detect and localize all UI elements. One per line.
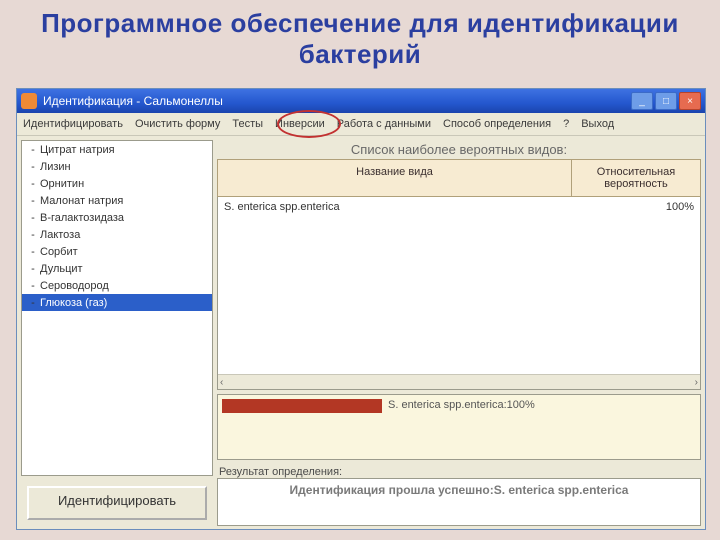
list-item[interactable]: -Цитрат натрия bbox=[22, 141, 212, 158]
scroll-right-icon[interactable]: › bbox=[695, 377, 698, 388]
result-label: Результат определения: bbox=[217, 466, 701, 478]
list-item[interactable]: -Лактоза bbox=[22, 226, 212, 243]
list-item[interactable]: -Сероводород bbox=[22, 277, 212, 294]
list-item[interactable]: -Лизин bbox=[22, 158, 212, 175]
list-item[interactable]: -В-галактозидаза bbox=[22, 209, 212, 226]
minimize-button[interactable]: _ bbox=[631, 92, 653, 110]
col-name: Название вида bbox=[218, 160, 572, 196]
menu-clear[interactable]: Очистить форму bbox=[135, 118, 220, 130]
list-item[interactable]: -Сорбит bbox=[22, 243, 212, 260]
scroll-left-icon[interactable]: ‹ bbox=[220, 377, 223, 388]
col-prob: Относительная вероятность bbox=[572, 160, 700, 196]
cell-prob: 100% bbox=[584, 201, 694, 213]
menu-mode[interactable]: Способ определения bbox=[443, 118, 551, 130]
table-row[interactable]: S. enterica spp.enterica 100% bbox=[218, 197, 700, 217]
list-item[interactable]: -Орнитин bbox=[22, 175, 212, 192]
menu-data[interactable]: Работа с данными bbox=[337, 118, 431, 130]
close-button[interactable]: × bbox=[679, 92, 701, 110]
slide-title: Программное обеспечение для идентификаци… bbox=[0, 0, 720, 74]
menu-help[interactable]: ? bbox=[563, 118, 569, 130]
results-heading: Список наиболее вероятных видов: bbox=[217, 138, 701, 159]
app-window: Идентификация - Сальмонеллы _ □ × Иденти… bbox=[16, 88, 706, 530]
legend-panel: S. enterica spp.enterica:100% bbox=[217, 394, 701, 460]
titlebar: Идентификация - Сальмонеллы _ □ × bbox=[17, 89, 705, 113]
menu-identify[interactable]: Идентифицировать bbox=[23, 118, 123, 130]
results-header: Название вида Относительная вероятность bbox=[217, 159, 701, 197]
maximize-button[interactable]: □ bbox=[655, 92, 677, 110]
right-column: Список наиболее вероятных видов: Названи… bbox=[217, 136, 705, 530]
menubar: Идентифицировать Очистить форму Тесты Ин… bbox=[17, 113, 705, 136]
menu-tests[interactable]: Тесты bbox=[232, 118, 263, 130]
results-table[interactable]: S. enterica spp.enterica 100% ‹ › bbox=[217, 197, 701, 390]
menu-inverse[interactable]: Инверсии bbox=[275, 118, 325, 130]
cell-name: S. enterica spp.enterica bbox=[224, 201, 584, 213]
left-column: -Цитрат натрия -Лизин -Орнитин -Малонат … bbox=[17, 136, 217, 530]
identify-button[interactable]: Идентифицировать bbox=[27, 486, 207, 520]
h-scrollbar[interactable]: ‹ › bbox=[218, 374, 700, 389]
list-item[interactable]: -Дульцит bbox=[22, 260, 212, 277]
result-text: Идентификация прошла успешно:S. enterica… bbox=[217, 478, 701, 526]
legend-text: S. enterica spp.enterica:100% bbox=[388, 399, 535, 411]
menu-exit[interactable]: Выход bbox=[581, 118, 614, 130]
app-icon bbox=[21, 93, 37, 109]
list-item[interactable]: -Малонат натрия bbox=[22, 192, 212, 209]
legend-swatch bbox=[222, 399, 382, 413]
titlebar-text: Идентификация - Сальмонеллы bbox=[43, 94, 223, 108]
list-item-selected[interactable]: -Глюкоза (газ) bbox=[22, 294, 212, 311]
tests-listbox[interactable]: -Цитрат натрия -Лизин -Орнитин -Малонат … bbox=[21, 140, 213, 476]
